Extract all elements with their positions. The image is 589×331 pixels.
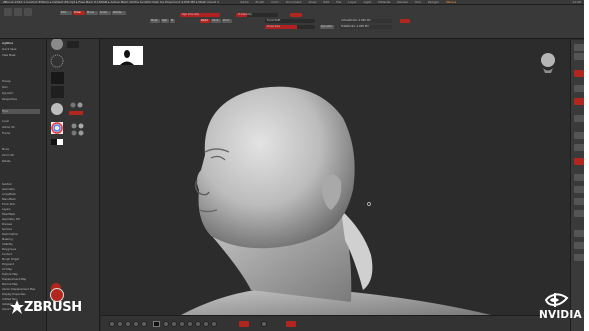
rgb-intensity-slider[interactable]: Rgb Intensity [180, 13, 220, 17]
zbrush-logo-text: ZBRUSH [24, 300, 82, 315]
left-item-solo[interactable]: Solo [2, 85, 40, 90]
color-swatch-main [51, 139, 57, 145]
edit-button[interactable]: Edit [60, 11, 72, 15]
scale-button[interactable]: Scale [99, 11, 111, 15]
focal-shift-slider[interactable]: Focal Shift [265, 19, 315, 23]
right-edge-margin [584, 0, 589, 331]
zcut-button[interactable]: Zcut [222, 19, 232, 23]
left-item-floor[interactable]: Floor [2, 109, 40, 114]
brush-slot-10[interactable] [195, 321, 201, 327]
brush-slot-9[interactable] [187, 321, 193, 327]
top-shelf: Edit Draw Move Scale Rotate Mrgb Rgb M Z… [0, 5, 589, 39]
move-button[interactable]: Move [86, 11, 98, 15]
brush-slot-4[interactable] [133, 321, 139, 327]
navigation-head-icon [541, 53, 555, 73]
brush-slot-13[interactable] [261, 321, 267, 327]
zadd-button[interactable]: Zadd [200, 19, 210, 23]
draw-size-label: Draw Size [267, 25, 280, 28]
nvidia-logo: NVIDIA [536, 292, 582, 324]
left-item-dynamic[interactable]: Dynamic [2, 91, 40, 96]
left-item-transp[interactable]: Transp [2, 79, 40, 84]
nvidia-logo-icon [545, 293, 569, 307]
brush-slot-7[interactable] [171, 321, 177, 327]
stroke-dots-icon [50, 54, 64, 68]
left-item-local[interactable]: Local [2, 119, 40, 124]
symmetry-button[interactable] [400, 19, 410, 23]
rgb-intensity-label: Rgb Intensity [182, 13, 200, 16]
stroke-icon [67, 41, 79, 48]
left-item-frame[interactable]: Frame [2, 131, 40, 136]
zbrush-logo: ZBRUSH [10, 299, 94, 317]
material-sphere-icon [51, 103, 63, 115]
zsub-button[interactable]: Zsub [211, 19, 221, 23]
alpha-slot[interactable] [153, 321, 160, 327]
left-item-viewmask[interactable]: View Mask [2, 53, 40, 58]
brush-slot-2[interactable] [117, 321, 123, 327]
rotate-button[interactable]: Rotate [112, 11, 126, 15]
brush-slot-1[interactable] [109, 321, 115, 327]
brush-slot-11[interactable] [203, 321, 209, 327]
left-item-lightbox[interactable]: Lightbox [2, 41, 40, 46]
color-swatch-secondary [57, 139, 63, 145]
nvidia-logo-text: NVIDIA [539, 309, 582, 321]
focal-shift-label: Focal Shift [267, 19, 281, 22]
left-tray: Lightbox Quick Save View Mask Transp Sol… [0, 39, 47, 331]
document-canvas[interactable] [101, 40, 570, 315]
left-item-move[interactable]: Move [2, 147, 40, 152]
total-points-readout: TotalPoints: 4.056 Mil [340, 25, 392, 29]
active-points-readout: ActivePoints: 4.056 Mil [340, 19, 392, 23]
left-item-zoom[interactable]: Zoom 3D [2, 153, 40, 158]
left-item-quicksave[interactable]: Quick Save [2, 47, 40, 52]
zbrush-app-window: ZBrush 2023.1 Custom Edition ▸ Default Z… [0, 0, 589, 331]
draw-button[interactable]: Draw [73, 11, 85, 15]
brush-slot-8[interactable] [179, 321, 185, 327]
zbrush-sphere-icon [50, 288, 64, 302]
brush-slot-3[interactable] [125, 321, 131, 327]
left-item-perspective[interactable]: Perspective [2, 97, 40, 102]
m-button[interactable]: M [170, 19, 175, 23]
dynamic-button[interactable]: Dynamic [320, 25, 334, 29]
bottom-shelf [101, 315, 570, 331]
lightbox-icon[interactable] [14, 8, 22, 16]
alpha-icon [51, 72, 64, 84]
zbrush-logo-icon [10, 300, 24, 314]
rgb-button[interactable]: Rgb [161, 19, 169, 23]
material-button [69, 111, 83, 115]
mrgb-button[interactable]: Mrgb [150, 19, 160, 23]
bottom-action-2[interactable] [286, 321, 296, 327]
brush-slot-5[interactable] [141, 321, 147, 327]
z-intensity-label: Z Intensity [238, 13, 252, 16]
left-item-gizmo[interactable]: Gizmo 3D [2, 125, 40, 130]
brush-slot-12[interactable] [211, 321, 217, 327]
brush-cursor [367, 202, 371, 206]
brush-icon [51, 38, 63, 50]
z-intensity-slider[interactable]: Z Intensity [236, 13, 278, 17]
live-boolean-icon[interactable] [24, 8, 32, 16]
sculpt-viewport[interactable] [101, 40, 570, 315]
persp-button[interactable] [290, 13, 302, 17]
texture-icon [51, 86, 64, 98]
brush-slot-6[interactable] [163, 321, 169, 327]
left-item-rotate[interactable]: Rotate [2, 159, 40, 164]
bottom-action-1[interactable] [239, 321, 249, 327]
projection-master-icon[interactable] [4, 8, 12, 16]
draw-size-slider[interactable]: Draw Size [265, 25, 315, 29]
